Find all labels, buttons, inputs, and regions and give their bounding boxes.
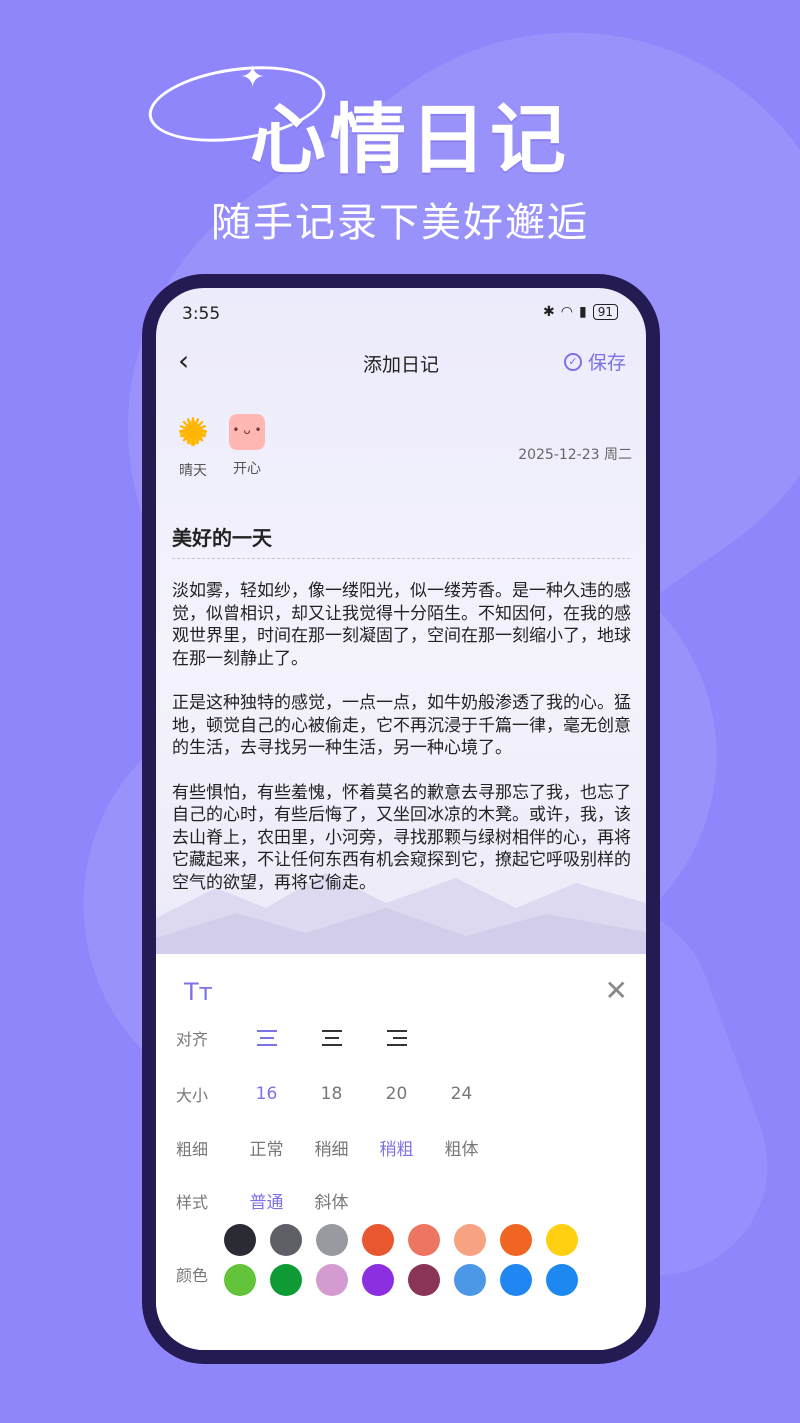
- color-swatch[interactable]: [362, 1264, 394, 1296]
- align-row: 对齐: [176, 1026, 429, 1050]
- size-option[interactable]: 18: [299, 1084, 364, 1104]
- mood-label: 开心: [233, 461, 261, 477]
- color-swatch[interactable]: [454, 1264, 486, 1296]
- save-label: 保存: [587, 352, 626, 374]
- title-divider: [172, 558, 630, 559]
- color-swatch[interactable]: [362, 1224, 394, 1256]
- weight-option[interactable]: 稍粗: [364, 1135, 429, 1160]
- status-time: 3:55: [182, 304, 221, 324]
- size-option[interactable]: 20: [364, 1084, 429, 1104]
- style-option[interactable]: 普通: [234, 1188, 299, 1213]
- align-right-icon: [386, 1030, 407, 1046]
- size-option[interactable]: 16: [234, 1084, 299, 1104]
- color-swatch[interactable]: [546, 1264, 578, 1296]
- color-swatch[interactable]: [454, 1224, 486, 1256]
- phone-frame: 3:55 ✱ ◠ ▮ 91 ‹ 添加日记 ✓ 保存 晴天 开心: [142, 274, 660, 1364]
- weight-option[interactable]: 粗体: [429, 1135, 494, 1160]
- mood-tag[interactable]: 开心: [228, 414, 266, 480]
- weather-tag[interactable]: 晴天: [174, 410, 212, 480]
- style-row: 样式 普通 斜体: [176, 1188, 364, 1214]
- hero-banner: ✦ 心情日记 随手记录下美好邂逅: [0, 55, 800, 260]
- top-navbar: ‹ 添加日记 ✓ 保存: [156, 340, 646, 384]
- hero-title: 心情日记: [250, 95, 570, 184]
- color-swatch[interactable]: [408, 1264, 440, 1296]
- close-icon[interactable]: ✕: [605, 974, 628, 1007]
- style-label: 样式: [176, 1192, 209, 1212]
- wifi-icon: ◠: [560, 304, 573, 320]
- align-center-button[interactable]: [299, 1030, 364, 1046]
- body-paragraph: 正是这种独特的感觉，一点一点，如牛奶般渗透了我的心。猛地，顿觉自己的心被偷走，它…: [172, 693, 631, 758]
- color-swatch[interactable]: [270, 1264, 302, 1296]
- alert-icon: ▮: [579, 304, 587, 320]
- color-swatch[interactable]: [270, 1224, 302, 1256]
- hero-subtitle: 随手记录下美好邂逅: [211, 200, 589, 246]
- color-swatch[interactable]: [224, 1224, 256, 1256]
- entry-title-input[interactable]: 美好的一天: [172, 522, 272, 551]
- color-swatch-grid: [224, 1224, 644, 1296]
- entry-body-input[interactable]: 淡如雾，轻如纱，像一缕阳光，似一缕芳香。是一种久违的感觉，似曾相识，却又让我觉得…: [172, 580, 632, 916]
- weight-option[interactable]: 稍细: [299, 1135, 364, 1160]
- color-swatch[interactable]: [500, 1224, 532, 1256]
- body-paragraph: 淡如雾，轻如纱，像一缕阳光，似一缕芳香。是一种久违的感觉，似曾相识，却又让我觉得…: [172, 581, 631, 669]
- bluetooth-icon: ✱: [543, 304, 555, 320]
- style-option[interactable]: 斜体: [299, 1188, 364, 1213]
- align-left-button[interactable]: [234, 1030, 299, 1046]
- check-circle-icon: ✓: [563, 352, 582, 371]
- body-paragraph: 有些惧怕，有些羞愧，怀着莫名的歉意去寻那忘了我，也忘了自己的心时，有些后悔了，又…: [172, 782, 631, 893]
- align-center-icon: [321, 1030, 342, 1046]
- weight-row: 粗细 正常 稍细 稍粗 粗体: [176, 1135, 494, 1161]
- save-button[interactable]: ✓ 保存: [563, 348, 626, 375]
- size-option[interactable]: 24: [429, 1084, 494, 1104]
- align-right-button[interactable]: [364, 1030, 429, 1046]
- happy-face-icon: [229, 414, 265, 450]
- weight-label: 粗细: [176, 1139, 209, 1159]
- weather-label: 晴天: [179, 463, 207, 479]
- weight-option[interactable]: 正常: [234, 1135, 299, 1160]
- sun-icon: [174, 410, 212, 454]
- size-row: 大小 16 18 20 24: [176, 1082, 494, 1106]
- color-swatch[interactable]: [500, 1264, 532, 1296]
- text-format-icon[interactable]: Tт: [184, 978, 213, 1006]
- color-swatch[interactable]: [316, 1224, 348, 1256]
- size-label: 大小: [176, 1086, 209, 1105]
- entry-date[interactable]: 2025-12-23 周二: [518, 444, 632, 464]
- status-bar: 3:55 ✱ ◠ ▮ 91: [156, 288, 646, 338]
- battery-icon: 91: [592, 304, 618, 320]
- color-swatch[interactable]: [408, 1224, 440, 1256]
- color-swatch[interactable]: [224, 1264, 256, 1296]
- color-label: 颜色: [176, 1266, 209, 1285]
- align-left-icon: [256, 1030, 277, 1046]
- entry-tags: 晴天 开心: [174, 410, 266, 480]
- color-swatch[interactable]: [316, 1264, 348, 1296]
- phone-screen: 3:55 ✱ ◠ ▮ 91 ‹ 添加日记 ✓ 保存 晴天 开心: [156, 288, 646, 1350]
- color-swatch[interactable]: [546, 1224, 578, 1256]
- align-label: 对齐: [176, 1030, 209, 1049]
